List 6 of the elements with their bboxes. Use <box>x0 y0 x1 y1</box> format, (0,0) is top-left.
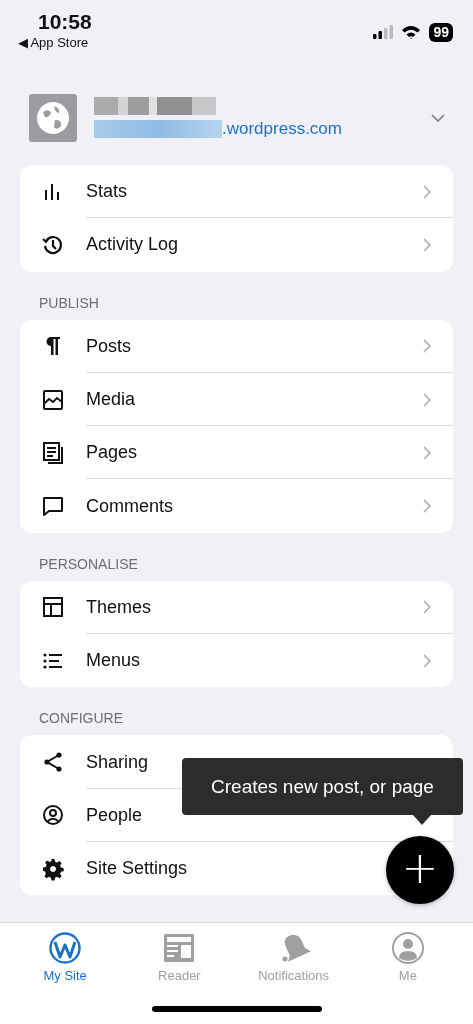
battery-level: 99 <box>429 22 453 42</box>
section-header: CONFIGURE <box>38 709 124 729</box>
status-time: 10:58 <box>38 10 92 34</box>
section-header: PERSONALISE <box>38 554 139 574</box>
section-header: PUBLISH <box>38 293 100 313</box>
tooltip: Creates new post, or page <box>182 758 463 815</box>
